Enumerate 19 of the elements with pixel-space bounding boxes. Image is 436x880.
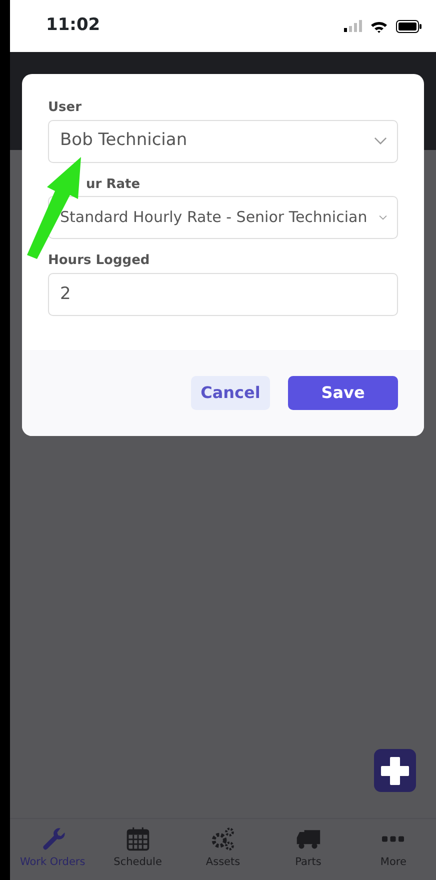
save-button[interactable]: Save [288,376,398,410]
more-icon [382,836,404,842]
field-label: User [48,99,82,117]
hours-input[interactable]: 2 [48,272,398,316]
chevron-down-icon [374,137,387,145]
select-field[interactable]: Standard Hourly Rate - Senior Technician [48,196,398,239]
field-label: ur Rate [86,176,140,194]
chevron-down-icon [379,215,387,220]
calendar-icon [124,825,151,852]
add-button[interactable] [374,749,416,792]
status-time: 11:02 [46,14,100,38]
gears-icon [210,825,236,852]
field-label: Hours Logged [48,252,150,270]
signal-icon [344,20,362,32]
cancel-button[interactable]: Cancel [191,376,270,410]
plus-icon [380,756,410,786]
battery-icon [396,20,422,32]
wifi-icon [370,20,388,32]
select-field[interactable]: Bob Technician [48,120,398,162]
